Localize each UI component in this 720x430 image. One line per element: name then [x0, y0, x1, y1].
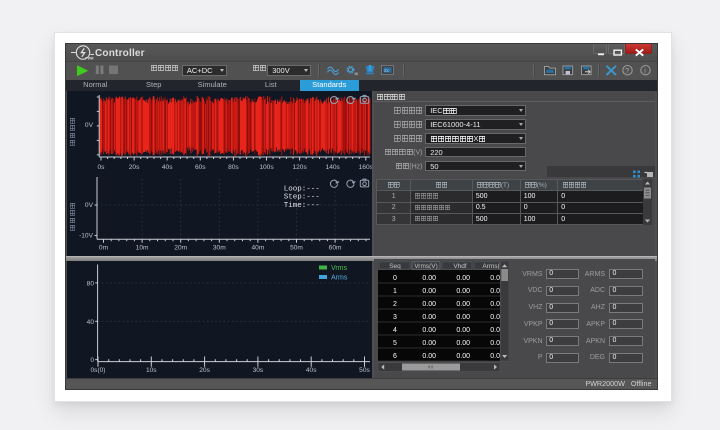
svg-text:0.00: 0.00: [457, 288, 471, 295]
svg-text:40s: 40s: [306, 367, 317, 374]
svg-text:0.0: 0.0: [491, 301, 501, 308]
svg-text:Step:---: Step:---: [284, 193, 320, 201]
svg-text:10s: 10s: [146, 367, 157, 374]
svg-text:1: 1: [393, 288, 397, 295]
svg-text:80s: 80s: [228, 164, 239, 171]
svg-text:0.00: 0.00: [423, 275, 437, 282]
svg-text:0m: 0m: [99, 244, 109, 251]
svg-text:30m: 30m: [213, 244, 226, 251]
svg-text:10m: 10m: [136, 244, 149, 251]
svg-text:0.00: 0.00: [457, 340, 471, 347]
svg-text:0.0: 0.0: [491, 314, 501, 321]
svg-text:60m: 60m: [329, 244, 342, 251]
svg-text:0.00: 0.00: [423, 340, 437, 347]
svg-text:120s: 120s: [292, 164, 307, 171]
svg-text:0.00: 0.00: [457, 301, 471, 308]
svg-text:0.0: 0.0: [491, 327, 501, 334]
svg-text:0s: 0s: [98, 164, 106, 171]
svg-text:-10V: -10V: [79, 232, 94, 239]
svg-text:140s: 140s: [326, 164, 341, 171]
svg-text:PWR: PWR: [85, 57, 94, 60]
svg-text:2x: 2x: [384, 68, 390, 73]
svg-text:Time:---: Time:---: [284, 201, 320, 209]
svg-text:0s(0): 0s(0): [90, 367, 105, 374]
svg-text:0.00: 0.00: [457, 353, 471, 360]
svg-text:?: ?: [625, 66, 629, 75]
svg-text:0.00: 0.00: [457, 314, 471, 321]
svg-text:Arms: Arms: [331, 274, 348, 281]
svg-text:0.00: 0.00: [423, 353, 437, 360]
svg-text:0.00: 0.00: [457, 275, 471, 282]
svg-text:2: 2: [393, 301, 397, 308]
svg-text:20s: 20s: [129, 164, 140, 171]
svg-text:50m: 50m: [290, 244, 303, 251]
svg-text:6: 6: [393, 353, 397, 360]
svg-text:0.00: 0.00: [423, 327, 437, 334]
svg-text:0.0: 0.0: [491, 275, 501, 282]
svg-text:20m: 20m: [174, 244, 187, 251]
svg-text:30s: 30s: [253, 367, 264, 374]
svg-text:20s: 20s: [199, 367, 210, 374]
svg-text:0.00: 0.00: [457, 327, 471, 334]
svg-text:0V: 0V: [85, 202, 94, 209]
svg-text:40s: 40s: [162, 164, 173, 171]
svg-text:3: 3: [393, 314, 397, 321]
svg-text:0.00: 0.00: [423, 314, 437, 321]
svg-text:Loop:---: Loop:---: [284, 185, 320, 193]
svg-text:80: 80: [87, 280, 95, 287]
svg-text:0: 0: [90, 357, 94, 364]
svg-text:40: 40: [87, 318, 95, 325]
svg-text:i: i: [644, 68, 646, 75]
svg-text:0.0: 0.0: [491, 353, 501, 360]
svg-text:0.0: 0.0: [491, 288, 501, 295]
svg-text:4: 4: [393, 327, 397, 334]
svg-text:Vrms: Vrms: [331, 265, 348, 272]
svg-text:60s: 60s: [195, 164, 206, 171]
svg-text:0.00: 0.00: [423, 288, 437, 295]
svg-text:100s: 100s: [259, 164, 274, 171]
svg-text:0.00: 0.00: [423, 301, 437, 308]
svg-text:5: 5: [393, 340, 397, 347]
svg-text:160s: 160s: [359, 164, 372, 171]
svg-text:0V: 0V: [85, 122, 94, 129]
svg-text:0.0: 0.0: [491, 340, 501, 347]
svg-text:40m: 40m: [251, 244, 264, 251]
svg-text:0: 0: [393, 275, 397, 282]
svg-text:50s: 50s: [359, 367, 370, 374]
